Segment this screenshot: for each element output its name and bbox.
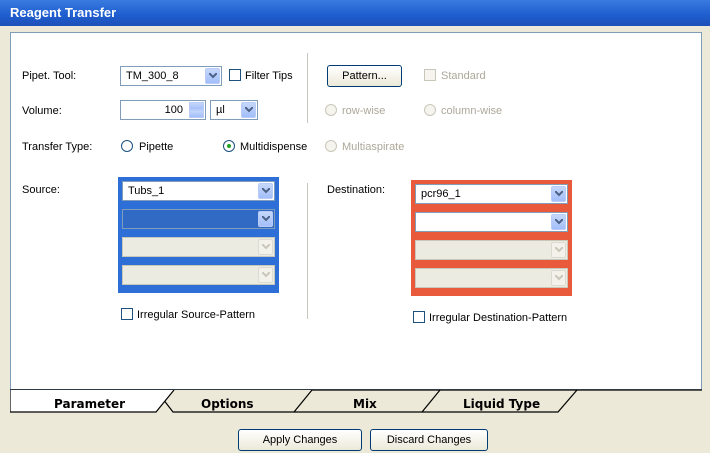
pipet-tool-label: Pipet. Tool:	[22, 70, 77, 82]
destination-select-4[interactable]	[415, 268, 568, 288]
chevron-down-icon[interactable]	[241, 102, 256, 118]
filter-tips-checkbox[interactable]	[229, 69, 241, 81]
standard-checkbox[interactable]	[424, 69, 436, 81]
tab-options[interactable]: Options	[201, 397, 254, 411]
column-divider	[307, 183, 308, 319]
destination-label: Destination:	[327, 184, 386, 196]
transfer-type-label: Transfer Type:	[22, 141, 93, 153]
destination-select-3[interactable]	[415, 240, 568, 260]
chevron-down-icon[interactable]	[258, 239, 273, 255]
irregular-source-checkbox[interactable]	[121, 308, 133, 320]
row-wise-radio[interactable]	[325, 104, 337, 116]
source-select-4[interactable]	[122, 265, 275, 285]
volume-value: 100	[164, 104, 183, 116]
chevron-down-icon[interactable]	[258, 211, 273, 227]
irregular-destination-checkbox[interactable]	[413, 311, 425, 323]
radio-selected-dot	[227, 144, 231, 148]
irregular-source-label: Irregular Source-Pattern	[137, 309, 255, 321]
column-wise-radio[interactable]	[424, 104, 436, 116]
window-title: Reagent Transfer	[0, 0, 710, 26]
chevron-down-icon[interactable]	[258, 183, 273, 199]
chevron-down-icon[interactable]	[205, 68, 220, 84]
source-select-1[interactable]: Tubs_1	[122, 181, 275, 201]
source-select-3[interactable]	[122, 237, 275, 257]
destination-select-2[interactable]	[415, 212, 568, 232]
destination-value-1: pcr96_1	[421, 188, 461, 200]
irregular-destination-label: Irregular Destination-Pattern	[429, 312, 568, 324]
source-group: Tubs_1	[118, 177, 279, 293]
spin-down-icon[interactable]	[189, 110, 204, 118]
multiaspirate-radio[interactable]	[325, 140, 337, 152]
discard-changes-button[interactable]: Discard Changes	[370, 429, 488, 451]
tab-mix[interactable]: Mix	[353, 397, 377, 411]
pipette-label: Pipette	[139, 141, 174, 153]
source-label: Source:	[22, 184, 60, 196]
chevron-down-icon[interactable]	[551, 242, 566, 258]
pipet-tool-value: TM_300_8	[126, 70, 179, 82]
filter-tips-label: Filter Tips	[245, 70, 293, 82]
chevron-down-icon[interactable]	[551, 214, 566, 230]
volume-unit-value: µl	[216, 104, 225, 116]
volume-input[interactable]: 100	[120, 100, 206, 120]
destination-select-1[interactable]: pcr96_1	[415, 184, 568, 204]
multiaspirate-label: Multiaspirate	[342, 141, 405, 153]
column-wise-label: column-wise	[441, 105, 503, 117]
pattern-button[interactable]: Pattern...	[327, 65, 402, 87]
pipet-tool-select[interactable]: TM_300_8	[120, 66, 222, 86]
standard-label: Standard	[441, 70, 486, 82]
parameter-panel: Pipet. Tool: TM_300_8 Filter Tips Patter…	[10, 32, 702, 390]
chevron-down-icon[interactable]	[258, 267, 273, 283]
apply-changes-button[interactable]: Apply Changes	[238, 429, 362, 451]
source-value-1: Tubs_1	[128, 185, 165, 197]
source-select-2[interactable]	[122, 209, 275, 229]
column-divider	[307, 53, 308, 123]
row-wise-label: row-wise	[342, 105, 386, 117]
spin-up-icon[interactable]	[189, 102, 204, 110]
destination-group: pcr96_1	[411, 180, 572, 296]
tab-parameter[interactable]: Parameter	[54, 397, 125, 411]
multidispense-radio[interactable]	[223, 140, 235, 152]
chevron-down-icon[interactable]	[551, 270, 566, 286]
tab-strip: Parameter Options Mix Liquid Type	[10, 389, 702, 413]
volume-label: Volume:	[22, 105, 62, 117]
multidispense-label: Multidispense	[240, 141, 308, 153]
pipette-radio[interactable]	[121, 140, 133, 152]
volume-unit-select[interactable]: µl	[210, 100, 258, 120]
chevron-down-icon[interactable]	[551, 186, 566, 202]
tab-liquid-type[interactable]: Liquid Type	[463, 397, 540, 411]
